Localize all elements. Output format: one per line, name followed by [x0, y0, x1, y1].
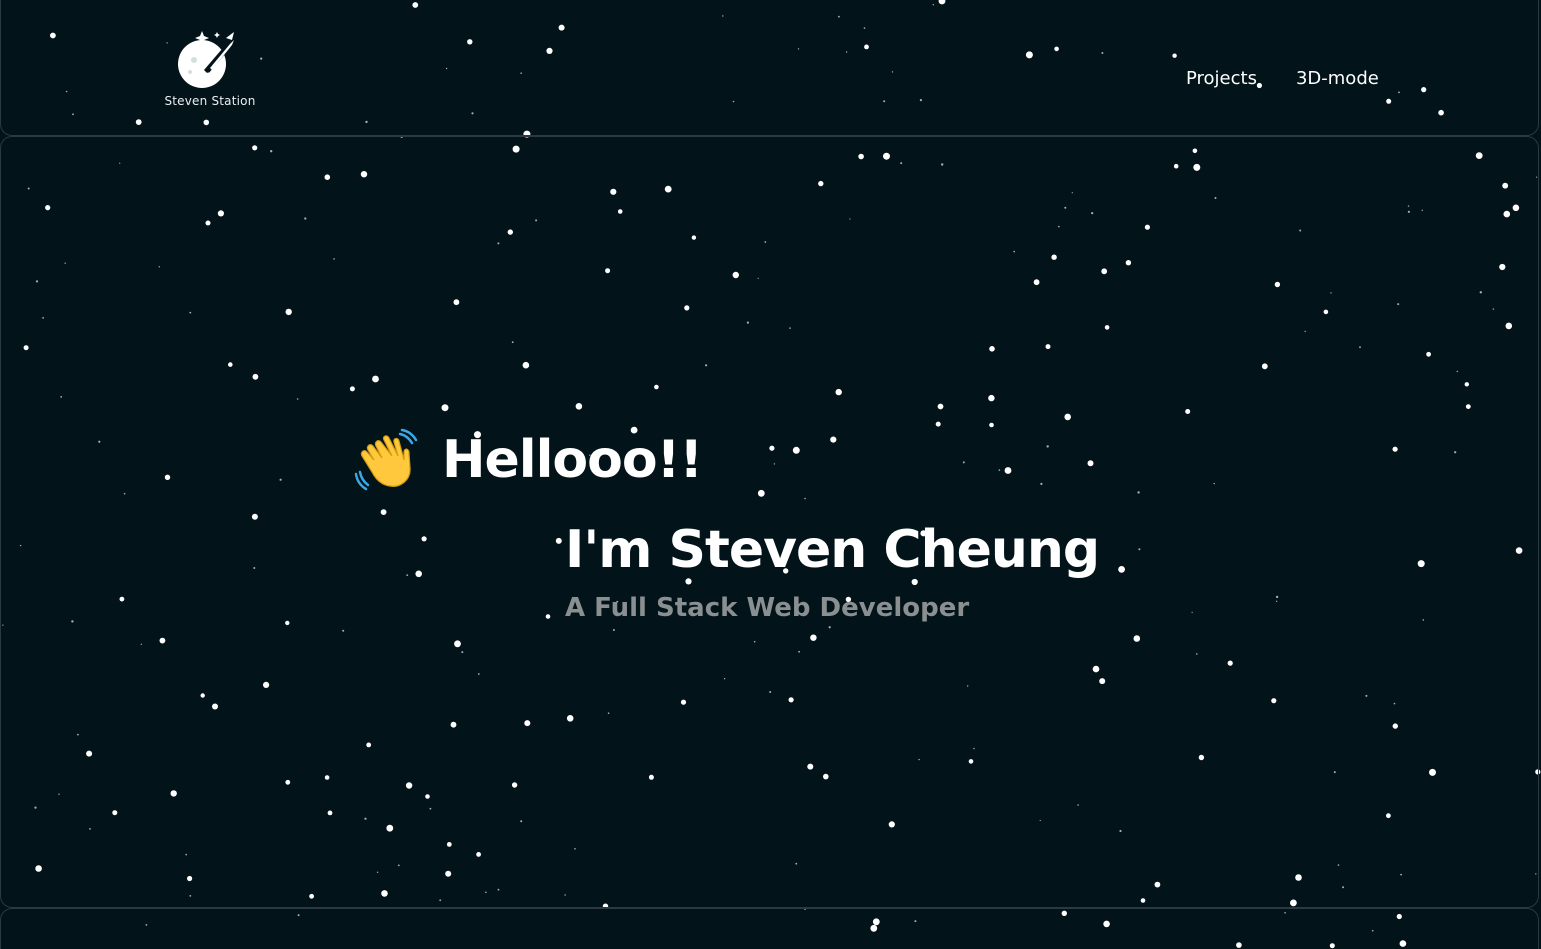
intro-name-heading: I'm Steven Cheung — [565, 520, 1100, 580]
page-root: Steven Station Projects 3D-mode Hellooo!… — [0, 0, 1541, 949]
greeting-text: Hellooo!! — [442, 430, 703, 490]
main-nav: Projects 3D-mode — [1176, 66, 1389, 92]
logo[interactable]: Steven Station — [158, 28, 264, 112]
logo-text: Steven Station — [164, 94, 256, 108]
moon-rocket-logo-icon — [178, 31, 236, 88]
next-section-edge — [0, 908, 1539, 949]
role-subtitle: A Full Stack Web Developer — [565, 593, 970, 623]
waving-hand-icon — [354, 428, 418, 491]
nav-3d-mode[interactable]: 3D-mode — [1286, 66, 1389, 92]
greeting-row: Hellooo!! — [354, 428, 703, 492]
nav-projects[interactable]: Projects — [1176, 66, 1267, 92]
